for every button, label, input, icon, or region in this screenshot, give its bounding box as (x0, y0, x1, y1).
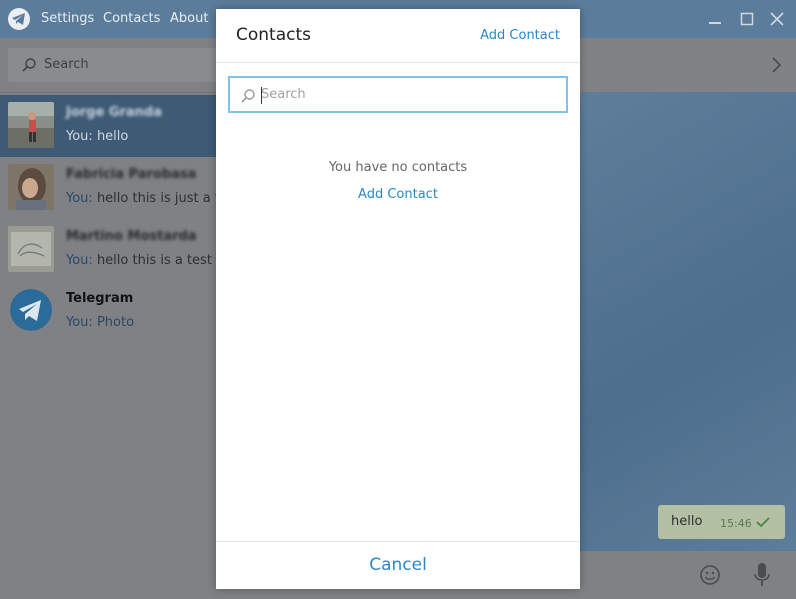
message-bubble: hello 15:46 (658, 505, 785, 539)
emoji-icon[interactable] (699, 564, 721, 586)
chat-name: Telegram (66, 291, 134, 306)
contacts-search-field[interactable] (228, 76, 568, 113)
dialog-title: Contacts (236, 25, 311, 45)
microphone-icon[interactable] (753, 562, 771, 588)
avatar (8, 102, 54, 148)
message-text: hello (671, 514, 703, 529)
cancel-button[interactable]: Cancel (216, 542, 580, 589)
chat-name: Jorge Granda (66, 105, 163, 120)
contacts-search-input[interactable] (261, 78, 561, 111)
chat-preview: You: Photo (66, 315, 135, 330)
empty-state-message: You have no contacts (328, 160, 468, 175)
close-icon[interactable] (768, 10, 786, 28)
menu-about[interactable]: About (170, 0, 208, 38)
empty-state-add-contact-link: Add Contact (358, 187, 438, 202)
check-icon (756, 517, 770, 528)
chat-preview: You: hello this is just a test (66, 191, 240, 206)
telegram-avatar-icon (10, 289, 52, 331)
contacts-dialog: Contacts Add Contact You have no contact… (216, 9, 580, 589)
menu-settings[interactable]: Settings (41, 0, 94, 38)
chat-search-placeholder: Search (44, 57, 89, 72)
avatar (8, 164, 54, 210)
search-icon (22, 58, 36, 72)
chat-name: Fabricia Parobasa (66, 167, 197, 182)
maximize-icon[interactable] (738, 10, 756, 28)
telegram-logo-icon[interactable] (8, 8, 30, 30)
minimize-icon[interactable] (706, 10, 724, 28)
chat-preview: You: hello (66, 129, 129, 144)
message-time: 15:46 (720, 517, 752, 530)
chevron-right-icon[interactable] (771, 56, 783, 74)
search-icon (241, 89, 255, 103)
add-contact-link[interactable]: Add Contact (480, 28, 560, 43)
divider (216, 62, 580, 63)
avatar (8, 226, 54, 272)
chat-name: Martino Mostarda (66, 229, 197, 244)
chat-preview: You: hello this is a test (66, 253, 212, 268)
menu-contacts[interactable]: Contacts (103, 0, 160, 38)
